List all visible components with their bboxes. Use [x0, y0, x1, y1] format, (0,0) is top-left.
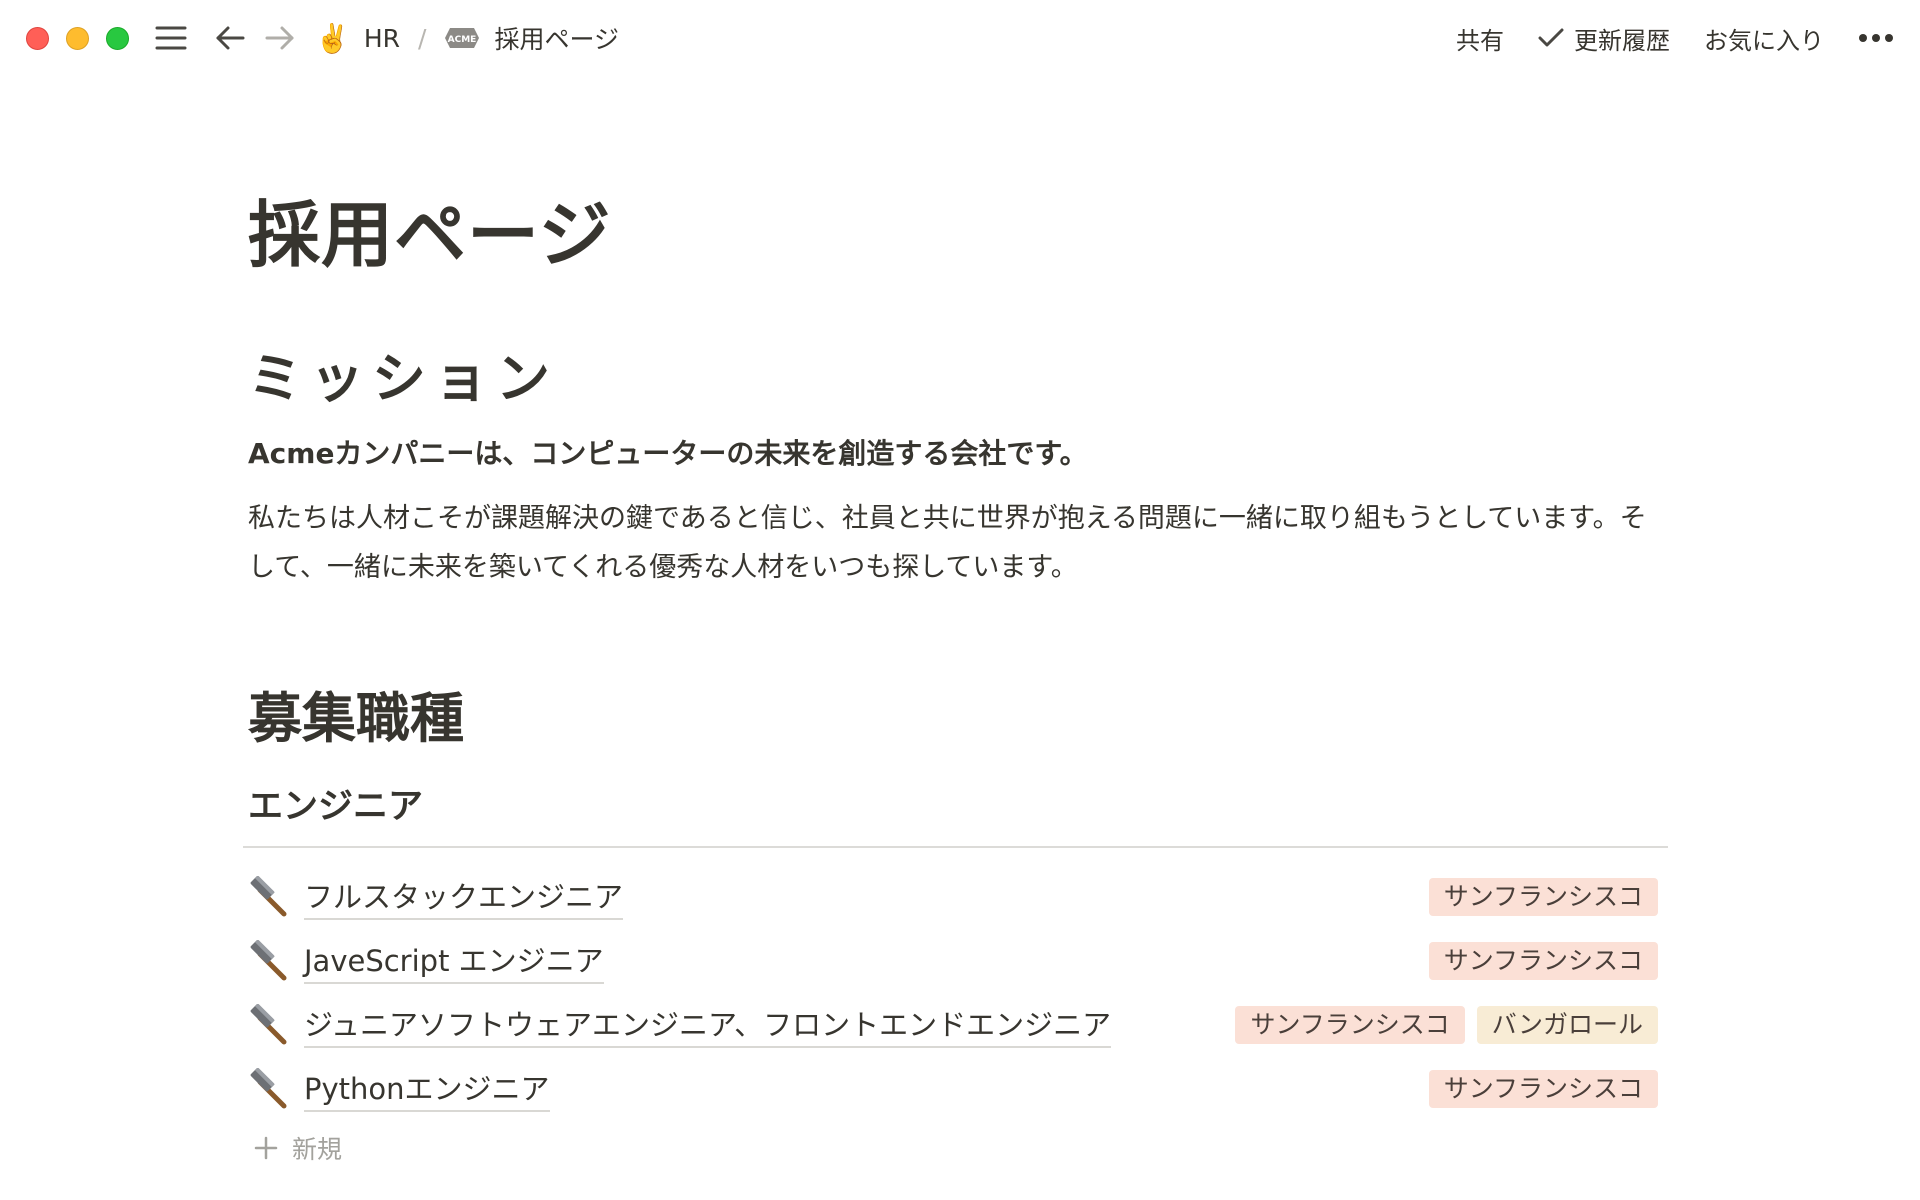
window-close-button[interactable] — [26, 27, 49, 50]
window-minimize-button[interactable] — [66, 27, 89, 50]
check-icon — [1538, 27, 1564, 49]
mission-heading: ミッション — [248, 347, 558, 410]
location-tag: サンフランシスコ — [1428, 1070, 1658, 1108]
location-tag: バンガロール — [1476, 1006, 1658, 1044]
job-title[interactable]: JaveScript エンジニア — [304, 938, 604, 984]
favorite-button[interactable]: お気に入り — [1704, 21, 1824, 56]
job-title[interactable]: フルスタックエンジニア — [304, 874, 624, 920]
top-bar: ✌️ HR / ACME 採用ページ 共有 更新履歴 お気に入り — [0, 0, 1920, 78]
location-tags: サンフランシスコ バンガロール — [1223, 1006, 1658, 1044]
victory-hand-icon: ✌️ — [315, 21, 350, 55]
job-title[interactable]: ジュニアソフトウェアエンジニア、フロントエンドエンジニア — [304, 1002, 1112, 1048]
hammer-icon — [248, 1066, 294, 1112]
mission-body-text: 私たちは人材こそが課題解決の鍵であると信じ、社員と共に世界が抱える問題に一緒に取… — [248, 503, 1647, 583]
sidebar-menu-icon[interactable] — [153, 20, 189, 56]
location-tags: サンフランシスコ — [1417, 1070, 1658, 1108]
list-item[interactable]: JaveScript エンジニア サンフランシスコ — [248, 934, 1658, 988]
hammer-icon — [248, 1002, 294, 1048]
location-tag: サンフランシスコ — [1428, 942, 1658, 980]
engineer-heading: エンジニア — [248, 787, 424, 827]
new-item-button[interactable]: 新規 — [254, 1130, 342, 1166]
location-tag: サンフランシスコ — [1235, 1006, 1465, 1044]
breadcrumb-hr[interactable]: HR — [364, 24, 400, 53]
page-title[interactable]: 採用ページ — [248, 176, 612, 281]
svg-text:ACME: ACME — [448, 35, 477, 45]
topbar-actions: 共有 更新履歴 お気に入り — [1456, 18, 1894, 58]
new-item-label: 新規 — [292, 1135, 343, 1164]
window-maximize-button[interactable] — [106, 27, 129, 50]
plus-icon — [254, 1136, 278, 1160]
divider — [243, 846, 1668, 848]
location-tags: サンフランシスコ — [1417, 942, 1658, 980]
acme-logo-icon: ACME — [444, 26, 480, 50]
list-item[interactable]: ジュニアソフトウェアエンジニア、フロントエンドエンジニア サンフランシスコ バン… — [248, 998, 1658, 1052]
job-title[interactable]: Pythonエンジニア — [304, 1066, 550, 1112]
breadcrumb-separator: / — [418, 23, 427, 53]
hammer-icon — [248, 938, 294, 984]
back-arrow-icon[interactable] — [212, 20, 248, 56]
list-item[interactable]: フルスタックエンジニア サンフランシスコ — [248, 870, 1658, 924]
updates-button[interactable]: 更新履歴 — [1538, 21, 1670, 56]
breadcrumb-recruit-page[interactable]: 採用ページ — [494, 20, 619, 56]
mission-lead-text: Acmeカンパニーは、コンピューターの未来を創造する会社です。 — [248, 437, 1088, 470]
share-button[interactable]: 共有 — [1456, 21, 1504, 56]
hammer-icon — [248, 874, 294, 920]
list-item[interactable]: Pythonエンジニア サンフランシスコ — [248, 1062, 1658, 1116]
updates-label: 更新履歴 — [1574, 26, 1670, 55]
jobs-heading: 募集職種 — [248, 687, 464, 750]
breadcrumb: ✌️ HR / ACME 採用ページ — [315, 18, 619, 58]
location-tag: サンフランシスコ — [1428, 878, 1658, 916]
forward-arrow-icon[interactable] — [262, 20, 298, 56]
location-tags: サンフランシスコ — [1417, 878, 1658, 916]
more-options-icon[interactable] — [1858, 33, 1894, 43]
